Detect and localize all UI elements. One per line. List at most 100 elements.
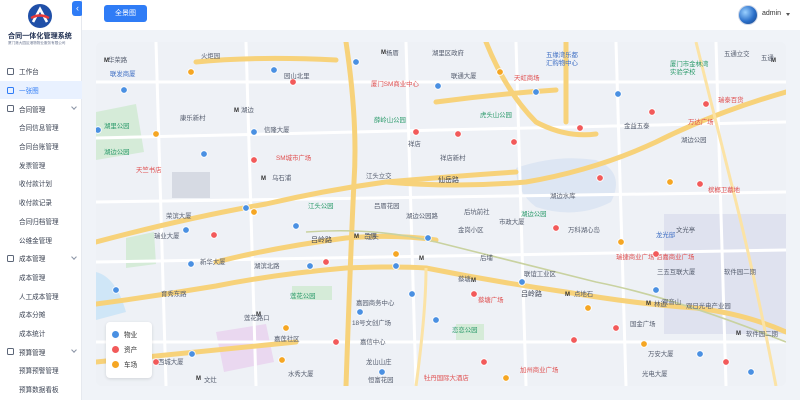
metro-icon[interactable]: M (196, 376, 201, 382)
map-marker[interactable] (352, 58, 360, 66)
map-marker[interactable] (666, 178, 674, 186)
map-marker[interactable] (434, 82, 442, 90)
map-marker[interactable] (152, 358, 160, 366)
map-marker[interactable] (722, 358, 730, 366)
map-marker[interactable] (702, 100, 710, 108)
metro-icon[interactable]: M (234, 108, 239, 114)
map-marker[interactable] (424, 234, 432, 242)
map-marker[interactable] (96, 126, 102, 134)
svg-text:联发商厦: 联发商厦 (110, 69, 136, 78)
legend-item[interactable]: 资产 (112, 344, 137, 354)
map-marker[interactable] (510, 138, 518, 146)
map-marker[interactable] (356, 308, 364, 316)
map-marker[interactable] (696, 180, 704, 188)
metro-icon[interactable]: M (354, 234, 359, 240)
map-marker[interactable] (652, 250, 660, 258)
map-marker[interactable] (292, 222, 300, 230)
svg-text:祥店: 祥店 (408, 139, 421, 148)
map-marker[interactable] (250, 128, 258, 136)
submenu-item[interactable]: 公维金管理 (0, 230, 82, 249)
map-marker[interactable] (502, 374, 510, 382)
menu-item-budget[interactable]: 预算管理 (0, 342, 82, 361)
map-marker[interactable] (289, 78, 297, 86)
submenu-item[interactable]: 合同归档管理 (0, 212, 82, 231)
map-marker[interactable] (112, 286, 120, 294)
user-dropdown-caret-icon[interactable] (786, 13, 790, 16)
metro-icon[interactable]: M (471, 278, 476, 284)
map-marker[interactable] (278, 356, 286, 364)
submenu-item[interactable]: 收付款计划 (0, 174, 82, 193)
panorama-button[interactable]: 全景图 (104, 5, 147, 22)
submenu-item[interactable]: 成本管理 (0, 268, 82, 287)
map-marker[interactable] (250, 208, 258, 216)
map-marker[interactable] (408, 290, 416, 298)
map-canvas[interactable]: 仙岳路 吕岭路 吕岭路 湖滨北路 江头立交 火炬园 育秀东路 湖边公园路 M M… (96, 42, 786, 386)
legend-item[interactable]: 车场 (112, 359, 137, 369)
metro-icon[interactable]: M (419, 256, 424, 262)
menu-item-contract[interactable]: 合同管理 (0, 99, 82, 118)
map-marker[interactable] (392, 262, 400, 270)
submenu-item[interactable]: 人工成本管理 (0, 286, 82, 305)
map-marker[interactable] (392, 250, 400, 258)
map-marker[interactable] (584, 304, 592, 312)
metro-icon[interactable]: M (565, 292, 570, 298)
svg-text:莲花路口: 莲花路口 (244, 313, 270, 322)
metro-icon[interactable]: M (261, 176, 266, 182)
map-marker[interactable] (188, 350, 196, 358)
menu-item-label: 成本管理 (19, 256, 46, 264)
map-marker[interactable] (152, 130, 160, 138)
map-marker[interactable] (270, 66, 278, 74)
map-marker[interactable] (648, 108, 656, 116)
map-marker[interactable] (182, 226, 190, 234)
menu-item-cost[interactable]: 成本管理 (0, 249, 82, 268)
map-marker[interactable] (470, 290, 478, 298)
submenu-item[interactable]: 合同台账管理 (0, 137, 82, 156)
map-marker[interactable] (210, 231, 218, 239)
submenu-item[interactable]: 成本分摊 (0, 305, 82, 324)
map-marker[interactable] (652, 286, 660, 294)
map-marker[interactable] (532, 88, 540, 96)
username[interactable]: admin (762, 10, 781, 17)
submenu-item[interactable]: 预算预警管理 (0, 361, 82, 380)
map-marker[interactable] (187, 260, 195, 268)
map-marker[interactable] (496, 68, 504, 76)
map-marker[interactable] (454, 130, 462, 138)
map-marker[interactable] (617, 238, 625, 246)
submenu-item[interactable]: 收付款记录 (0, 193, 82, 212)
menu-item-workbench[interactable]: 工作台 (0, 62, 82, 81)
map-marker[interactable] (596, 174, 604, 182)
map-marker[interactable] (120, 86, 128, 94)
map-marker[interactable] (570, 336, 578, 344)
submenu-item[interactable]: 合同信息管理 (0, 118, 82, 137)
map-marker[interactable] (187, 68, 195, 76)
map-marker[interactable] (552, 224, 560, 232)
map-view[interactable]: 仙岳路 吕岭路 吕岭路 湖滨北路 江头立交 火炬园 育秀东路 湖边公园路 M M… (96, 42, 786, 386)
map-marker[interactable] (612, 324, 620, 332)
legend-item[interactable]: 物业 (112, 329, 137, 339)
svg-text:湖边公园: 湖边公园 (521, 209, 547, 218)
map-marker[interactable] (640, 340, 648, 348)
submenu-item[interactable]: 发票管理 (0, 155, 82, 174)
map-marker[interactable] (614, 90, 622, 98)
submenu-item[interactable]: 成本统计 (0, 324, 82, 343)
map-marker[interactable] (250, 156, 258, 164)
map-marker[interactable] (480, 358, 488, 366)
menu-item-map[interactable]: 一张图 (0, 80, 82, 100)
map-marker[interactable] (200, 150, 208, 158)
map-marker[interactable] (282, 324, 290, 332)
map-marker[interactable] (412, 128, 420, 136)
map-marker[interactable] (696, 350, 704, 358)
map-marker[interactable] (332, 338, 340, 346)
metro-icon[interactable]: M (736, 331, 741, 337)
map-marker[interactable] (322, 258, 330, 266)
map-marker[interactable] (306, 262, 314, 270)
map-marker[interactable] (576, 124, 584, 132)
map-marker[interactable] (747, 368, 755, 376)
map-marker[interactable] (242, 204, 250, 212)
metro-icon[interactable]: M (646, 301, 651, 307)
avatar[interactable] (738, 5, 758, 25)
map-marker[interactable] (432, 316, 440, 324)
submenu-item[interactable]: 预算数据看板 (0, 380, 82, 399)
map-marker[interactable] (518, 278, 526, 286)
map-marker[interactable] (378, 368, 386, 376)
